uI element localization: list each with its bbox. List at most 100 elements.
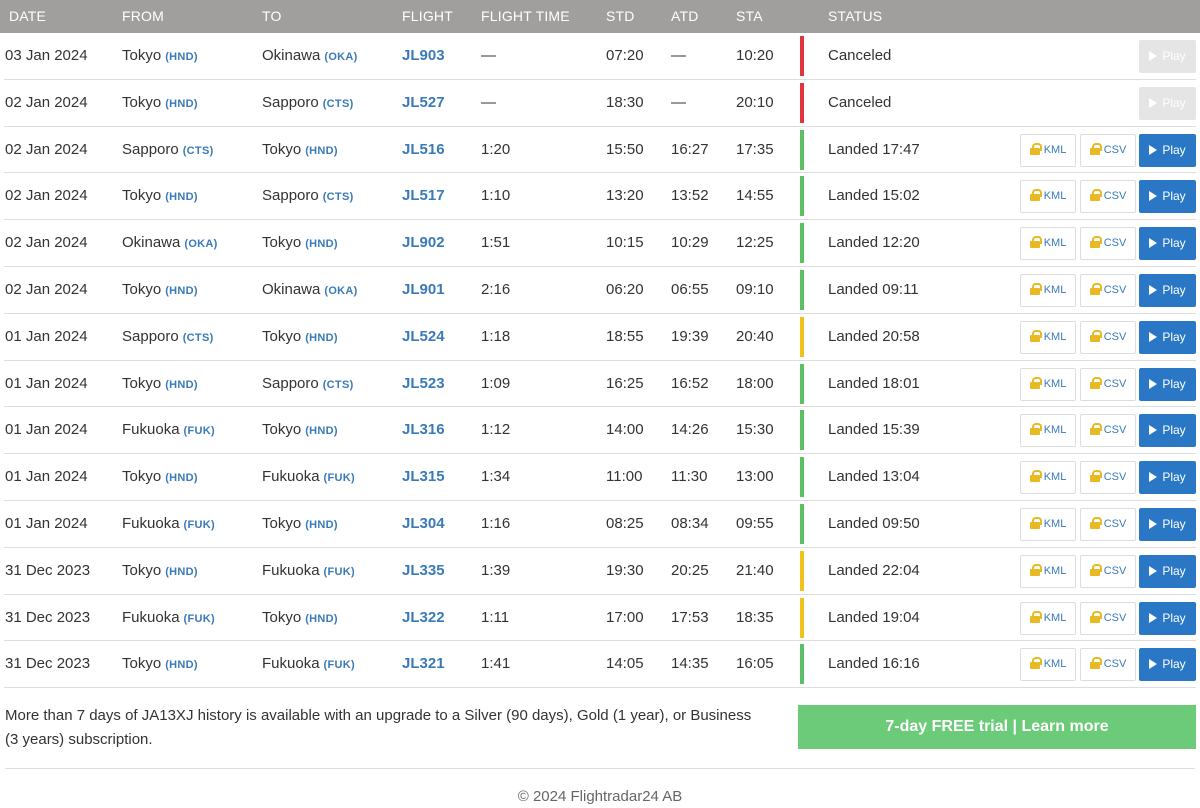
- flight-number-link[interactable]: JL527: [402, 80, 445, 126]
- kml-download-button[interactable]: KML: [1020, 554, 1076, 588]
- table-row[interactable]: 01 Jan 2024 Fukuoka (FUK) Tokyo (HND) JL316 1:…: [4, 407, 1196, 455]
- header-from[interactable]: FROM: [122, 0, 164, 33]
- from-airport-code[interactable]: (HND): [165, 379, 198, 391]
- play-button[interactable]: Play: [1139, 227, 1196, 261]
- play-button[interactable]: Play: [1139, 180, 1196, 214]
- to-airport-code[interactable]: (OKA): [324, 51, 357, 63]
- to-airport-code[interactable]: (CTS): [323, 379, 354, 391]
- csv-download-button[interactable]: CSV: [1080, 601, 1136, 635]
- to-airport-code[interactable]: (HND): [305, 613, 338, 625]
- table-row[interactable]: 01 Jan 2024 Tokyo (HND) Fukuoka (FUK) JL315 1:…: [4, 454, 1196, 501]
- to-airport-code[interactable]: (FUK): [324, 566, 355, 578]
- table-row[interactable]: 02 Jan 2024 Tokyo (HND) Sapporo (CTS) JL517 1:…: [4, 173, 1196, 221]
- csv-download-button[interactable]: CSV: [1080, 554, 1136, 588]
- from-airport-code[interactable]: (HND): [165, 51, 198, 63]
- kml-download-button[interactable]: KML: [1020, 507, 1076, 541]
- play-button[interactable]: Play: [1139, 320, 1196, 354]
- csv-download-button[interactable]: CSV: [1080, 367, 1136, 401]
- flight-number-link[interactable]: JL517: [402, 173, 445, 219]
- from-airport-code[interactable]: (FUK): [184, 519, 215, 531]
- kml-download-button[interactable]: KML: [1020, 648, 1076, 682]
- flight-number-link[interactable]: JL304: [402, 501, 445, 547]
- to-airport-code[interactable]: (HND): [305, 519, 338, 531]
- flight-number-link[interactable]: JL524: [402, 314, 445, 360]
- header-atd[interactable]: ATD: [671, 0, 699, 33]
- table-row[interactable]: 01 Jan 2024 Tokyo (HND) Sapporo (CTS) JL523 1:…: [4, 361, 1196, 408]
- from-airport-code[interactable]: (OKA): [184, 238, 217, 250]
- flight-number-link[interactable]: JL316: [402, 407, 445, 453]
- to-airport-code[interactable]: (HND): [305, 425, 338, 437]
- play-button[interactable]: Play: [1139, 554, 1196, 588]
- kml-download-button[interactable]: KML: [1020, 367, 1076, 401]
- free-trial-button[interactable]: 7-day FREE trial | Learn more: [798, 705, 1196, 749]
- header-sta[interactable]: STA: [736, 0, 763, 33]
- kml-download-button[interactable]: KML: [1020, 133, 1076, 167]
- csv-download-button[interactable]: CSV: [1080, 507, 1136, 541]
- table-row[interactable]: 02 Jan 2024 Tokyo (HND) Sapporo (CTS) JL527 — 1…: [4, 80, 1196, 127]
- from-airport-code[interactable]: (HND): [165, 191, 198, 203]
- flight-number-link[interactable]: JL901: [402, 267, 445, 313]
- kml-download-button[interactable]: KML: [1020, 273, 1076, 307]
- kml-download-button[interactable]: KML: [1020, 320, 1076, 354]
- flight-number-link[interactable]: JL321: [402, 641, 445, 687]
- csv-download-button[interactable]: CSV: [1080, 273, 1136, 307]
- play-button[interactable]: Play: [1139, 133, 1196, 167]
- from-airport-code[interactable]: (HND): [165, 285, 198, 297]
- table-row[interactable]: 02 Jan 2024 Okinawa (OKA) Tokyo (HND) JL902 1:…: [4, 220, 1196, 267]
- play-button[interactable]: Play: [1139, 367, 1196, 401]
- table-row[interactable]: 01 Jan 2024 Sapporo (CTS) Tokyo (HND) JL524 1:…: [4, 314, 1196, 361]
- from-airport-code[interactable]: (CTS): [183, 145, 214, 157]
- csv-download-button[interactable]: CSV: [1080, 227, 1136, 261]
- kml-download-button[interactable]: KML: [1020, 414, 1076, 448]
- kml-download-button[interactable]: KML: [1020, 180, 1076, 214]
- kml-download-button[interactable]: KML: [1020, 461, 1076, 495]
- kml-download-button[interactable]: KML: [1020, 601, 1076, 635]
- table-row[interactable]: 31 Dec 2023 Tokyo (HND) Fukuoka (FUK) JL335 1:…: [4, 548, 1196, 595]
- from-airport-code[interactable]: (HND): [165, 98, 198, 110]
- csv-download-button[interactable]: CSV: [1080, 180, 1136, 214]
- flight-number-link[interactable]: JL902: [402, 220, 445, 266]
- to-airport-code[interactable]: (HND): [305, 332, 338, 344]
- from-airport-code[interactable]: (HND): [165, 659, 198, 671]
- header-flight[interactable]: FLIGHT: [402, 0, 453, 33]
- csv-download-button[interactable]: CSV: [1080, 133, 1136, 167]
- flight-number-link[interactable]: JL335: [402, 548, 445, 594]
- table-row[interactable]: 31 Dec 2023 Fukuoka (FUK) Tokyo (HND) JL322 1:…: [4, 595, 1196, 642]
- to-airport-code[interactable]: (OKA): [324, 285, 357, 297]
- table-row[interactable]: 02 Jan 2024 Tokyo (HND) Okinawa (OKA) JL901 2:…: [4, 267, 1196, 314]
- flight-number-link[interactable]: JL322: [402, 595, 445, 641]
- play-button[interactable]: Play: [1139, 86, 1196, 120]
- play-button[interactable]: Play: [1139, 601, 1196, 635]
- table-row[interactable]: 03 Jan 2024 Tokyo (HND) Okinawa (OKA) JL903 — 0…: [4, 33, 1196, 80]
- csv-download-button[interactable]: CSV: [1080, 320, 1136, 354]
- from-airport-code[interactable]: (HND): [165, 472, 198, 484]
- header-to[interactable]: TO: [262, 0, 282, 33]
- play-button[interactable]: Play: [1139, 414, 1196, 448]
- to-airport-code[interactable]: (CTS): [323, 98, 354, 110]
- from-airport-code[interactable]: (CTS): [183, 332, 214, 344]
- play-button[interactable]: Play: [1139, 40, 1196, 73]
- table-row[interactable]: 31 Dec 2023 Tokyo (HND) Fukuoka (FUK) JL321 1:…: [4, 641, 1196, 689]
- header-status[interactable]: STATUS: [828, 0, 882, 33]
- csv-download-button[interactable]: CSV: [1080, 461, 1136, 495]
- play-button[interactable]: Play: [1139, 648, 1196, 682]
- csv-download-button[interactable]: CSV: [1080, 648, 1136, 682]
- kml-download-button[interactable]: KML: [1020, 227, 1076, 261]
- header-flight-time[interactable]: FLIGHT TIME: [481, 0, 570, 33]
- csv-download-button[interactable]: CSV: [1080, 414, 1136, 448]
- table-row[interactable]: 01 Jan 2024 Fukuoka (FUK) Tokyo (HND) JL304 1:…: [4, 501, 1196, 548]
- from-airport-code[interactable]: (FUK): [184, 613, 215, 625]
- from-airport-code[interactable]: (FUK): [184, 425, 215, 437]
- to-airport-code[interactable]: (HND): [305, 238, 338, 250]
- play-button[interactable]: Play: [1139, 461, 1196, 495]
- from-airport-code[interactable]: (HND): [165, 566, 198, 578]
- to-airport-code[interactable]: (FUK): [324, 659, 355, 671]
- header-std[interactable]: STD: [606, 0, 635, 33]
- table-row[interactable]: 02 Jan 2024 Sapporo (CTS) Tokyo (HND) JL516 1:…: [4, 127, 1196, 174]
- to-airport-code[interactable]: (HND): [305, 145, 338, 157]
- flight-number-link[interactable]: JL516: [402, 127, 445, 173]
- to-airport-code[interactable]: (FUK): [324, 472, 355, 484]
- flight-number-link[interactable]: JL315: [402, 454, 445, 500]
- to-airport-code[interactable]: (CTS): [323, 191, 354, 203]
- play-button[interactable]: Play: [1139, 507, 1196, 541]
